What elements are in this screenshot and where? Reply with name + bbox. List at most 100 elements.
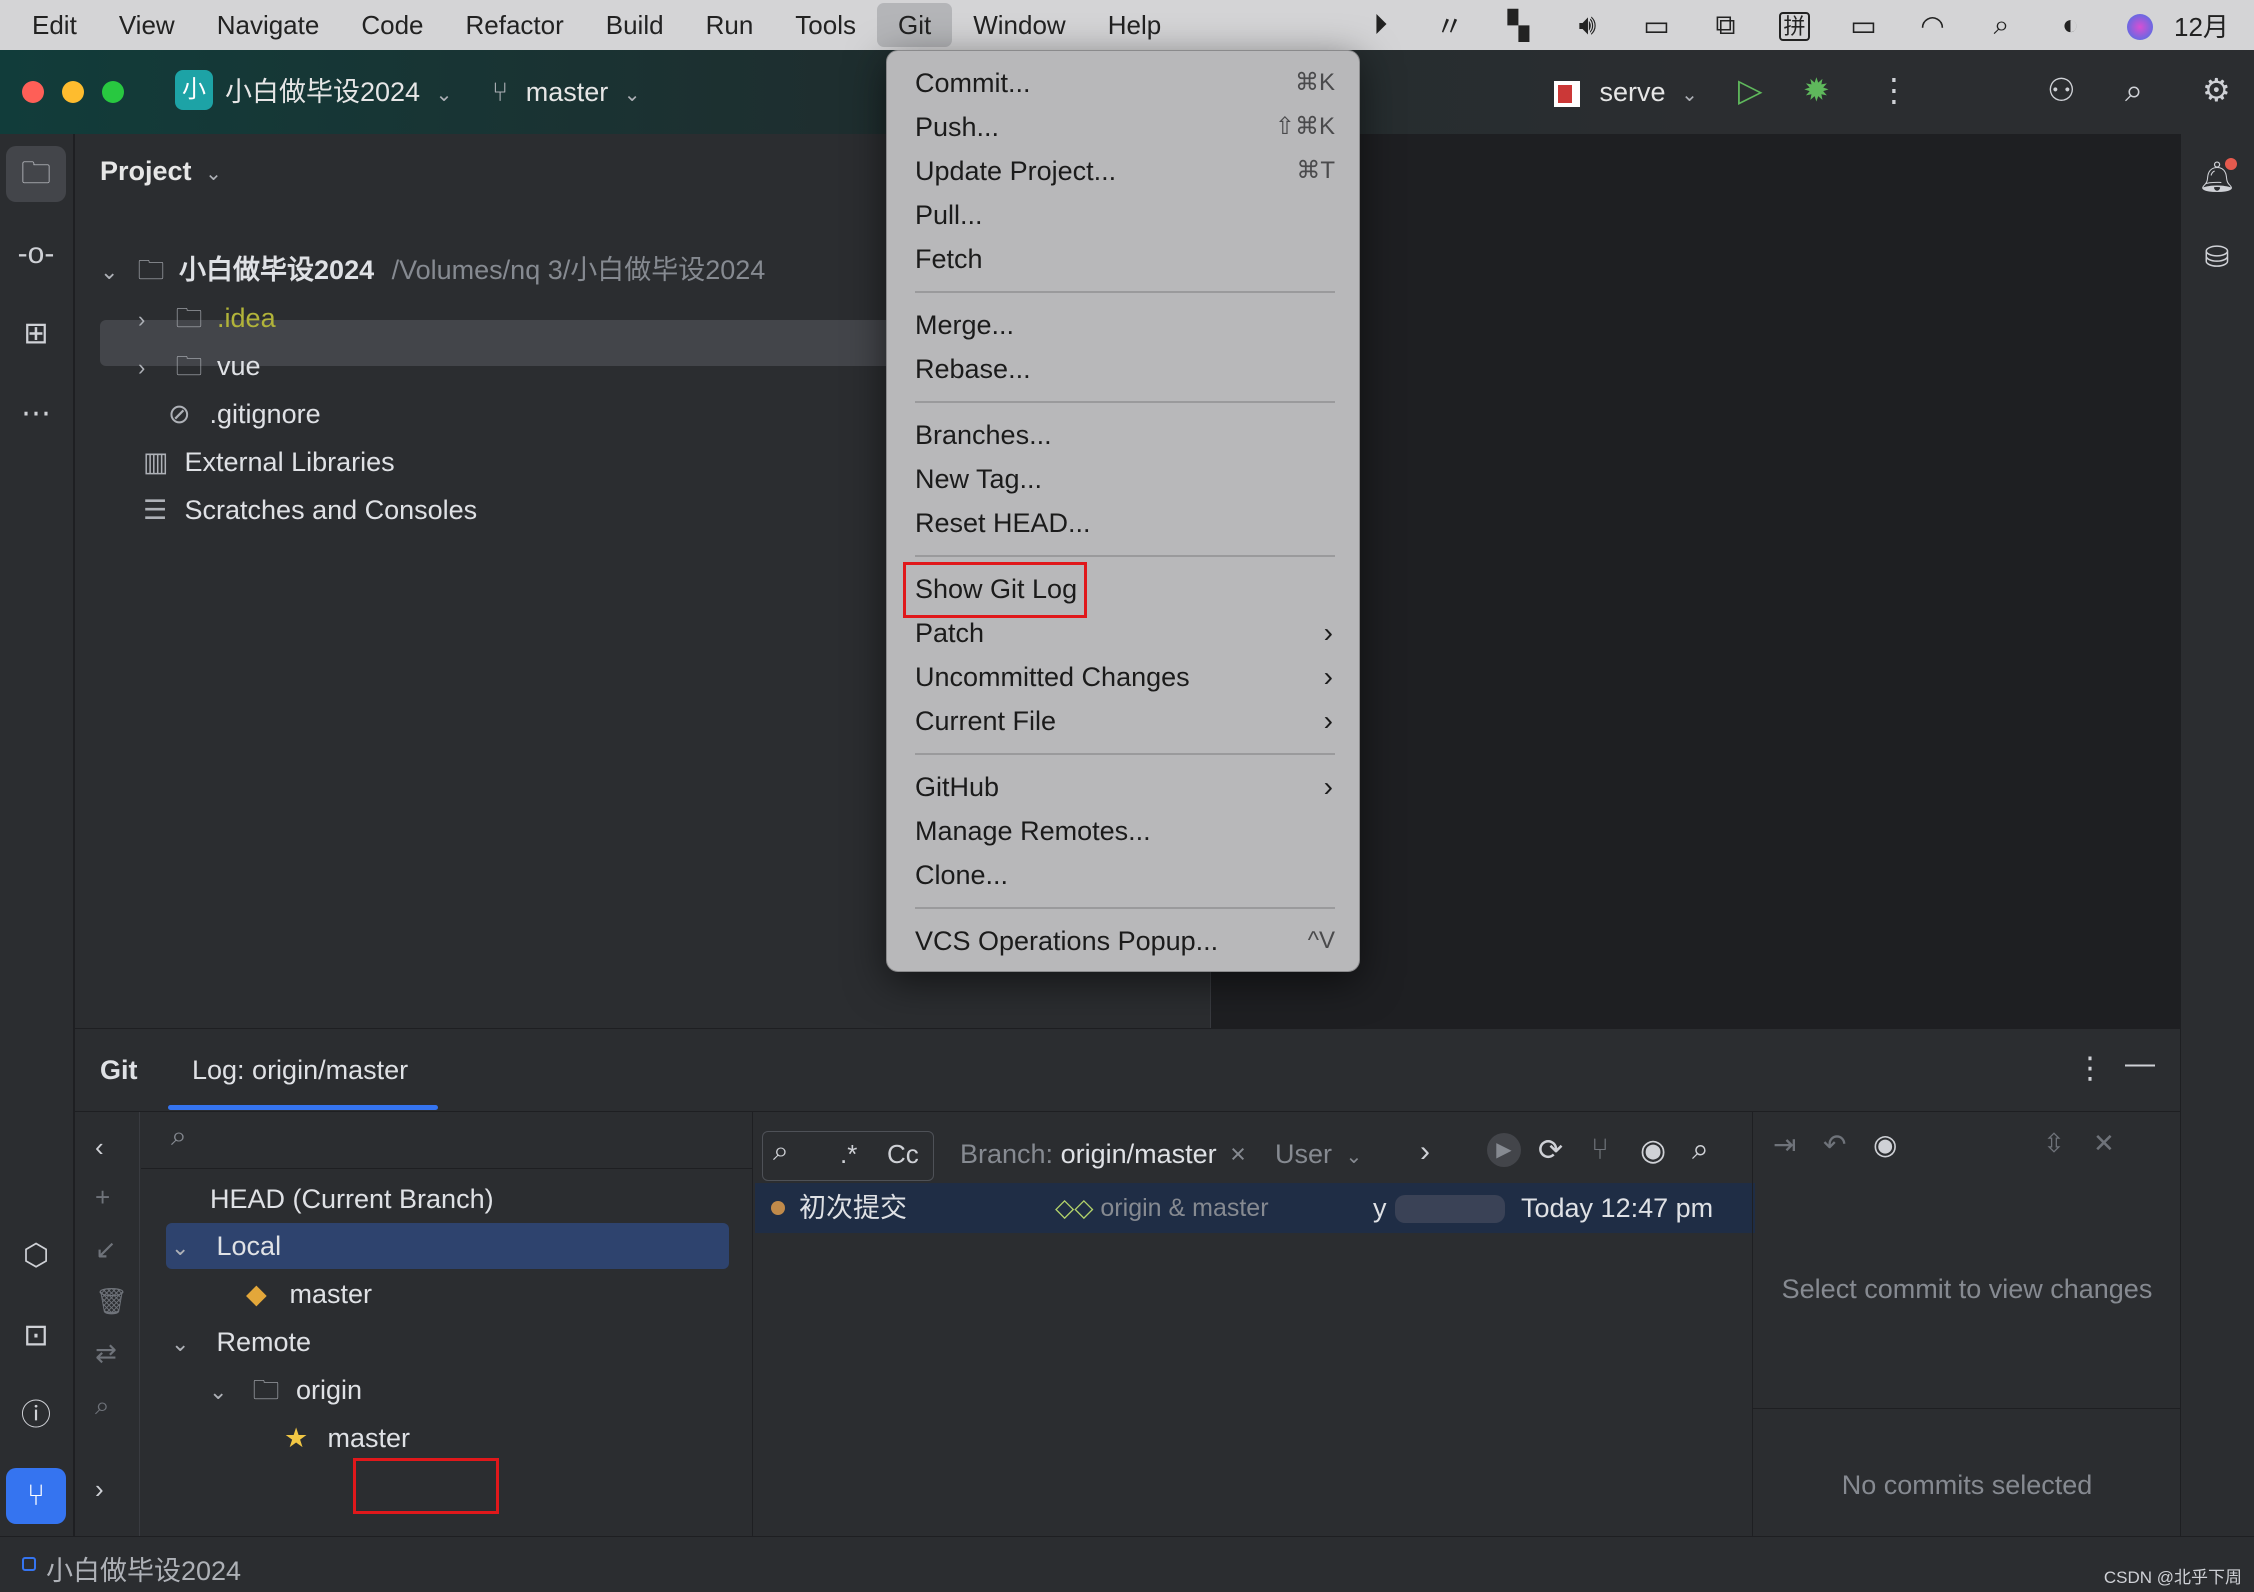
menu-code[interactable]: Code [340,0,444,50]
menu-help[interactable]: Help [1087,0,1182,50]
play-circle-icon[interactable]: ⏵ [1346,9,1415,42]
update-branch-icon[interactable]: ↙ [95,1234,117,1265]
search-everywhere-icon[interactable]: ⌕ [2125,70,2143,110]
chevron-down-icon[interactable]: ⌄ [100,250,130,294]
menu-item-manage-remotes[interactable]: Manage Remotes... [915,809,1335,853]
graph-options-icon[interactable]: ⑂ [1591,1133,1609,1167]
tree-root[interactable]: ⌄ 🗀 小白做毕设2024 /Volumes/nq 3/小白做毕设2024 [100,248,765,292]
menu-item-rebase[interactable]: Rebase... [915,347,1335,391]
delete-branch-icon[interactable]: 🗑︎ [95,1286,128,1317]
regex-toggle[interactable]: .* [840,1139,857,1170]
tab-log[interactable]: Log: origin/master [192,1055,408,1086]
expand-all-icon[interactable]: ⇳ [2043,1128,2065,1159]
project-name-widget[interactable]: 小白做毕设2024 ⌄ [225,72,452,115]
menu-item-merge[interactable]: Merge... [915,303,1335,347]
input-method-icon[interactable]: 拼 [1760,9,1829,41]
branch-group-remote[interactable]: ⌄ Remote [171,1319,311,1365]
branch-search-icon[interactable]: ⌕ [171,1120,187,1153]
debug-icon[interactable]: ✹ [1803,70,1830,110]
chevron-down-icon[interactable]: ⌄ [171,1225,209,1271]
signal-icon[interactable]: 〃 [1415,5,1484,45]
menu-tools[interactable]: Tools [774,0,877,50]
project-badge[interactable]: 小 [175,70,213,110]
branch-group-origin[interactable]: ⌄ 🗀 origin [209,1367,362,1413]
settings-icon[interactable]: ⚙ [2202,70,2231,110]
control-center-icon[interactable]: ◐ [2036,9,2105,41]
menu-navigate[interactable]: Navigate [196,0,341,50]
menu-build[interactable]: Build [585,0,685,50]
collapse-all-icon[interactable]: ✕ [2093,1128,2115,1159]
zoom-window-button[interactable] [102,81,124,103]
notifications-icon[interactable]: 🔔︎ [2187,150,2247,206]
menu-item-current-file[interactable]: Current File › [915,699,1335,743]
cherry-pick-toolbar-icon[interactable]: ⇥ [1773,1128,1796,1161]
project-folder-icon[interactable]: 🗀 [6,146,66,202]
cherry-pick-icon[interactable]: ▶ [1487,1133,1521,1167]
run-config-widget[interactable]: serve ⌄ [1554,72,1698,115]
chevron-right-icon[interactable]: › [138,346,168,390]
tree-item-scratches[interactable]: ☰ Scratches and Consoles [143,488,477,532]
expand-right-icon[interactable]: › [95,1474,104,1505]
commit-icon[interactable]: -o- [6,226,66,282]
search-branch-icon[interactable]: ⌕ [95,1390,110,1422]
chevron-down-icon[interactable]: ⌄ [171,1321,209,1367]
chevron-right-icon[interactable]: › [138,298,168,342]
preview-icon[interactable]: ◉ [1873,1128,1897,1161]
clear-filter-icon[interactable]: × [1230,1139,1246,1169]
menu-view[interactable]: View [98,0,196,50]
chevron-down-icon[interactable]: ⌄ [209,1369,245,1415]
volume-icon[interactable]: 🔊︎ [1553,9,1622,42]
menu-item-fetch[interactable]: Fetch [915,237,1335,281]
menu-item-update-project[interactable]: Update Project... ⌘T [915,149,1335,193]
tree-item-gitignore[interactable]: ⊘ .gitignore [168,392,321,436]
clock[interactable]: 12月 [2174,7,2254,44]
menu-item-branches[interactable]: Branches... [915,413,1335,457]
project-panel-title[interactable]: Project ⌄ [100,156,222,187]
menu-item-reset-head[interactable]: Reset HEAD... [915,501,1335,545]
status-project-name[interactable]: 小白做毕设2024 [46,1549,241,1588]
tree-item-vue[interactable]: › 🗀 vue [138,344,261,388]
menu-window[interactable]: Window [952,0,1086,50]
compare-icon[interactable]: ⇄ [95,1338,117,1369]
collapse-left-icon[interactable]: ‹ [95,1132,104,1163]
problems-icon[interactable]: ⓘ [6,1388,66,1444]
terminal-icon[interactable]: ⊡ [6,1308,66,1364]
run-icon[interactable]: ▷ [1738,70,1763,110]
menu-run[interactable]: Run [685,0,775,50]
menu-item-clone[interactable]: Clone... [915,853,1335,897]
bookmark-icon[interactable]: ▚ [1484,9,1553,42]
menu-item-commit[interactable]: Commit... ⌘K [915,61,1335,105]
battery-icon[interactable]: ▭ [1829,9,1898,42]
search-icon[interactable]: ⌕ [773,1135,789,1168]
git-tool-icon[interactable]: ⑂ [6,1468,66,1524]
menu-item-patch[interactable]: Patch › [915,611,1335,655]
minimize-window-button[interactable] [62,81,84,103]
menu-edit[interactable]: Edit [0,0,98,50]
services-icon[interactable]: ⬡ [6,1228,66,1284]
branch-origin-master[interactable]: ★ master [284,1415,410,1461]
tree-item-idea[interactable]: › 🗀 .idea [138,296,276,340]
case-toggle[interactable]: Cc [887,1139,919,1170]
menu-item-vcs-operations-popup[interactable]: VCS Operations Popup... ^V [915,919,1335,963]
display-icon[interactable]: ▭ [1622,9,1691,42]
find-in-log-icon[interactable]: ⌕ [1692,1133,1709,1167]
branch-head[interactable]: HEAD (Current Branch) [210,1176,494,1222]
more-options-icon[interactable]: ⋮ [2075,1051,2105,1086]
close-window-button[interactable] [22,81,44,103]
view-options-icon[interactable]: ◉ [1640,1133,1666,1168]
wifi-icon[interactable]: ◠ [1898,9,1967,42]
database-icon[interactable]: ⛁ [2187,230,2247,286]
branch-filter[interactable]: Branch: origin/master × [960,1139,1246,1170]
search-icon[interactable]: ⌕ [1967,9,2036,42]
revert-icon[interactable]: ↶ [1823,1128,1846,1161]
branch-local-master[interactable]: ◆ master [246,1271,372,1317]
more-tools-icon[interactable]: ⋯ [6,386,66,442]
menu-item-pull[interactable]: Pull... [915,193,1335,237]
menu-item-github[interactable]: GitHub › [915,765,1335,809]
tab-git[interactable]: Git [100,1055,138,1086]
menu-git[interactable]: Git [876,3,953,47]
menu-refactor[interactable]: Refactor [444,0,584,50]
menu-item-push[interactable]: Push... ⇧⌘K [915,105,1335,149]
branch-group-local[interactable]: ⌄ Local [171,1223,281,1269]
tree-item-external-libraries[interactable]: ▥ External Libraries [143,440,395,484]
